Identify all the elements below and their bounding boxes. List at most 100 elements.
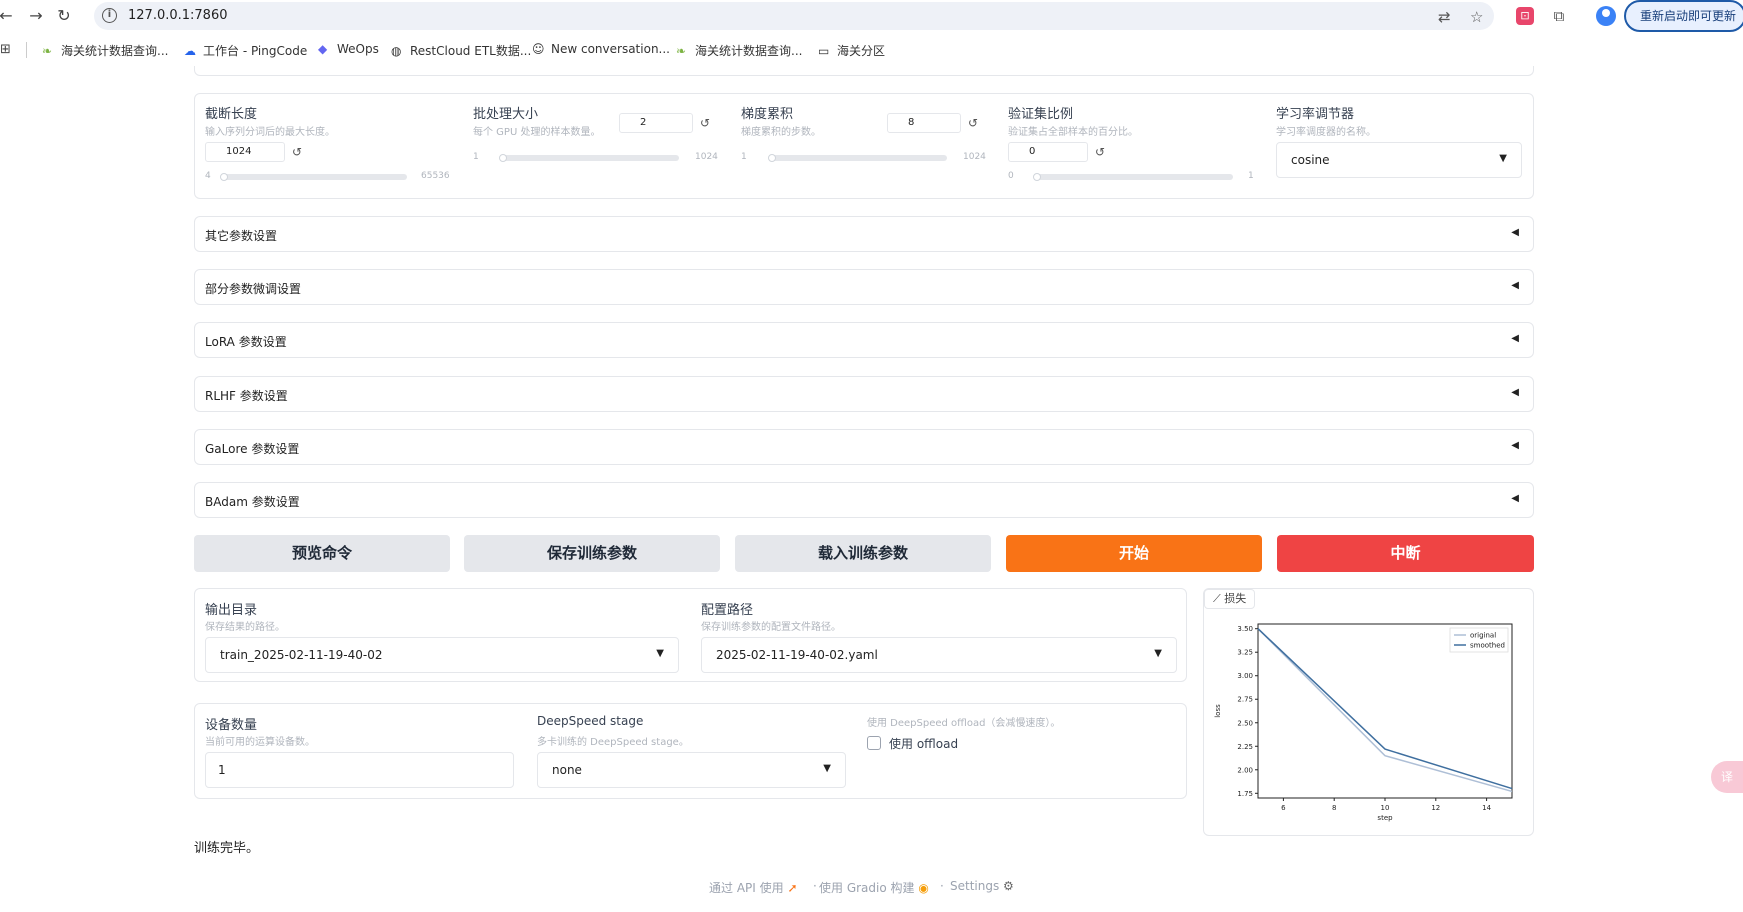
load-args-button[interactable]: 载入训练参数 [735, 535, 991, 572]
update-button[interactable]: 重新启动即可更新 ⋮ [1624, 0, 1743, 32]
batch-reset-icon[interactable]: ↺ [695, 113, 715, 133]
deepspeed-stage-info: 多卡训练的 DeepSpeed stage。 [537, 737, 689, 748]
val-size-max: 1 [1248, 171, 1254, 181]
grad-acc-max: 1024 [963, 152, 986, 162]
val-size-slider[interactable] [1037, 174, 1233, 180]
forward-icon[interactable]: → [26, 6, 46, 26]
bookmark-label: 海关分区 [837, 44, 886, 58]
config-path-info: 保存训练参数的配置文件路径。 [701, 622, 841, 633]
lr-scheduler-select[interactable]: cosine ▼ [1276, 142, 1522, 178]
back-icon[interactable]: ← [0, 6, 16, 26]
batch-input[interactable]: 2 [619, 113, 693, 133]
preview-command-button[interactable]: 预览命令 [194, 535, 450, 572]
x-tick-label: 14 [1482, 804, 1491, 812]
output-dir-select[interactable]: train_2025-02-11-19-40-02 ▼ [205, 637, 679, 673]
val-size-label: 验证集比例 [1008, 107, 1074, 122]
cutoff-slider[interactable] [221, 174, 407, 180]
device-count-info: 当前可用的运算设备数。 [205, 737, 315, 748]
accordion-title: BAdam 参数设置 [205, 495, 300, 509]
device-panel: 设备数量 当前可用的运算设备数。 1 DeepSpeed stage 多卡训练的… [194, 703, 1187, 799]
bookmark-item[interactable]: ☺ New conversation... [532, 42, 670, 56]
slider-thumb[interactable] [1033, 173, 1041, 181]
cutoff-label: 截断长度 [205, 107, 258, 122]
grad-acc-reset-icon[interactable]: ↺ [963, 113, 983, 133]
accordion-extra-params[interactable]: 其它参数设置 ◀ [194, 216, 1534, 252]
bookmark-item[interactable]: ❧ 海关统计数据查询... [676, 42, 802, 59]
bookmark-item[interactable]: ◆ WeOps [318, 42, 379, 56]
offload-label[interactable]: 使用 offload [889, 735, 958, 752]
batch-min: 1 [473, 152, 479, 162]
y-tick-label: 2.25 [1237, 743, 1253, 751]
plot-tag-label: 损失 [1224, 592, 1247, 605]
chevron-down-icon: ▼ [1154, 648, 1162, 659]
val-size-info: 验证集占全部样本的百分比。 [1008, 127, 1138, 138]
bookmark-label: RestCloud ETL数据... [410, 44, 532, 58]
extension-icon[interactable]: ⊡ [1516, 7, 1534, 25]
footer-api-link[interactable]: 通过 API 使用 ➚ [709, 879, 798, 896]
accordion-galore-params[interactable]: GaLore 参数设置 ◀ [194, 429, 1534, 465]
accordion-title: GaLore 参数设置 [205, 442, 300, 456]
batch-label: 批处理大小 [473, 107, 539, 122]
bookmark-item[interactable]: ◍ RestCloud ETL数据... [391, 42, 531, 59]
val-size-reset-icon[interactable]: ↺ [1090, 142, 1110, 162]
reload-icon[interactable]: ↻ [54, 6, 74, 26]
chevron-down-icon: ▼ [656, 648, 664, 659]
collapse-arrow-icon: ◀ [1511, 227, 1519, 238]
offload-checkbox[interactable] [867, 736, 881, 750]
translate-float-icon[interactable]: 译 [1711, 761, 1743, 793]
grad-acc-info: 梯度累积的步数。 [741, 127, 821, 138]
y-tick-label: 2.00 [1237, 766, 1253, 774]
bookmark-label: 海关统计数据查询... [695, 44, 803, 58]
url-text[interactable]: 127.0.0.1:7860 [128, 8, 228, 23]
bookmark-star-icon[interactable]: ☆ [1470, 8, 1483, 26]
cutoff-input[interactable]: 1024 [205, 142, 285, 162]
leaf-icon: ❧ [676, 44, 687, 58]
config-path-label: 配置路径 [701, 603, 754, 618]
accordion-badam-params[interactable]: BAdam 参数设置 ◀ [194, 482, 1534, 518]
translate-icon[interactable]: ⇄ [1438, 8, 1451, 26]
extensions-puzzle-icon[interactable]: ⧉ [1548, 5, 1570, 27]
status-message: 训练完毕。 [194, 841, 260, 856]
bookmark-label: 海关统计数据查询... [61, 44, 169, 58]
cutoff-reset-icon[interactable]: ↺ [287, 142, 307, 162]
profile-avatar-icon[interactable] [1596, 6, 1616, 26]
bookmarks-bar: ⊞ ❧ 海关统计数据查询... ☁ 工作台 - PingCode ◆ WeOps ◍ R… [0, 38, 1743, 62]
accordion-lora-params[interactable]: LoRA 参数设置 ◀ [194, 322, 1534, 358]
footer-settings-label: Settings [950, 879, 1000, 893]
grad-acc-input[interactable]: 8 [887, 113, 961, 133]
output-dir-info: 保存结果的路径。 [205, 622, 285, 633]
abort-button[interactable]: 中断 [1277, 535, 1534, 572]
rocket-icon: ➚ [787, 881, 798, 895]
device-count-label: 设备数量 [205, 718, 258, 733]
config-path-select[interactable]: 2025-02-11-19-40-02.yaml ▼ [701, 637, 1177, 673]
bookmark-item[interactable]: ❧ 海关统计数据查询... [42, 42, 168, 59]
slider-thumb[interactable] [219, 173, 228, 181]
address-bar[interactable]: i 127.0.0.1:7860 ⇄ ☆ [94, 2, 1494, 30]
accordion-title: LoRA 参数设置 [205, 335, 287, 349]
collapse-arrow-icon: ◀ [1511, 280, 1519, 291]
start-button[interactable]: 开始 [1006, 535, 1262, 572]
accordion-freeze-params[interactable]: 部分参数微调设置 ◀ [194, 269, 1534, 305]
grad-acc-label: 梯度累积 [741, 107, 794, 122]
accordion-rlhf-params[interactable]: RLHF 参数设置 ◀ [194, 376, 1534, 412]
val-size-input[interactable]: 0 [1008, 142, 1088, 162]
device-count-field[interactable]: 1 [205, 752, 514, 788]
bookmark-item[interactable]: ▭ 海关分区 [818, 42, 885, 59]
y-tick-label: 2.50 [1237, 719, 1253, 727]
deepspeed-stage-select[interactable]: none ▼ [537, 752, 846, 788]
apps-grid-icon[interactable]: ⊞ [0, 42, 11, 57]
save-args-button[interactable]: 保存训练参数 [464, 535, 720, 572]
offload-info: 使用 DeepSpeed offload（会减慢速度）。 [867, 718, 1061, 729]
loss-chart: 6 8 10 12 14 1.75 2.00 2.25 2.50 2.75 3.00 3.25 3.50… [1214, 623, 1513, 822]
grad-acc-slider[interactable] [771, 155, 947, 161]
bookmark-item[interactable]: ☁ 工作台 - PingCode [184, 42, 307, 59]
y-axis-label: loss [1214, 704, 1222, 718]
x-tick-label: 12 [1431, 804, 1440, 812]
batch-slider[interactable] [503, 155, 679, 161]
footer-gradio-link[interactable]: 使用 Gradio 构建 ◉ [819, 879, 929, 896]
accordion-title: RLHF 参数设置 [205, 389, 288, 403]
footer-settings-link[interactable]: Settings ⚙ [950, 879, 1014, 893]
lr-scheduler-value: cosine [1291, 153, 1330, 167]
site-info-icon[interactable]: i [102, 8, 117, 23]
update-label: 重新启动即可更新 [1640, 9, 1737, 23]
